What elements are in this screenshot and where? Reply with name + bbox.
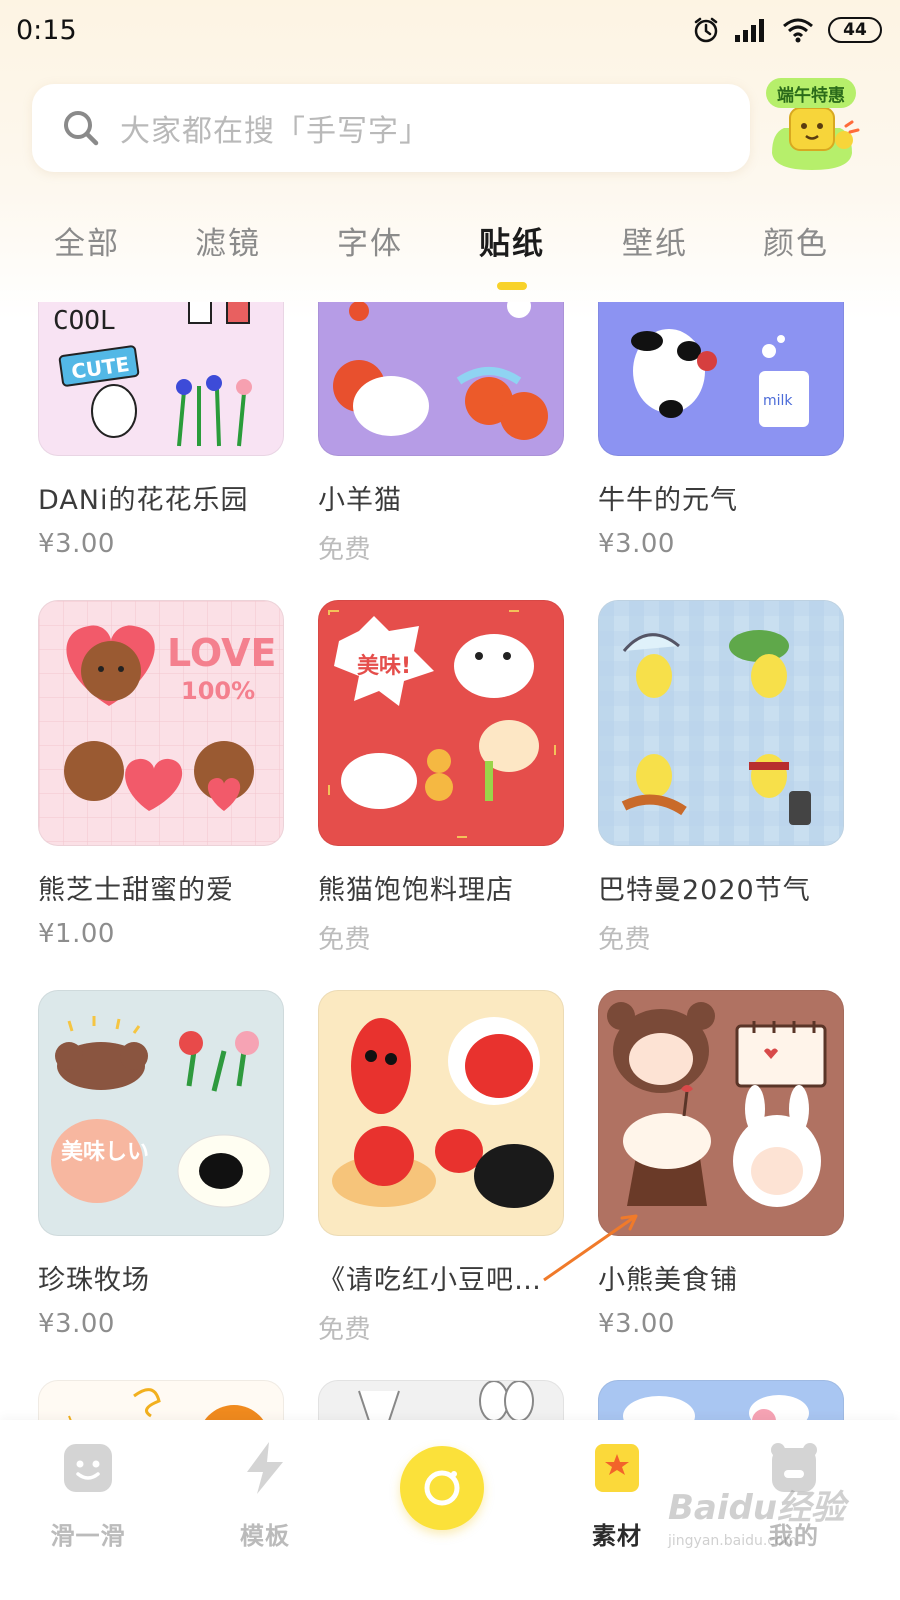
alarm-icon xyxy=(694,17,718,43)
nav-label: 模板 xyxy=(240,1522,290,1550)
thumb-text-love: LOVE xyxy=(167,631,277,675)
sticker-card[interactable]: 巴特曼2020节气 免费 xyxy=(598,600,844,956)
nav-swipe[interactable]: 滑一滑 xyxy=(28,1440,148,1551)
annotation-arrow xyxy=(543,1214,638,1282)
sticker-card[interactable]: milk 牛牛的元气 ¥3.00 xyxy=(598,302,844,559)
watermark-brand: Baidu经验 xyxy=(668,1488,846,1528)
thumb-text-milk: milk xyxy=(763,393,793,409)
camera-icon xyxy=(424,1470,460,1506)
sticker-thumbnail xyxy=(598,600,844,846)
sticker-card[interactable] xyxy=(318,1380,564,1420)
star-bookmark-icon xyxy=(595,1444,639,1492)
sticker-card[interactable]: LOVE 100% 熊芝士甜蜜的爱 ¥1.00 xyxy=(38,600,284,949)
sticker-thumbnail xyxy=(318,302,564,456)
watermark-url: jingyan.baidu.com xyxy=(668,1533,798,1549)
tab-all[interactable]: 全部 xyxy=(27,218,147,263)
sticker-title: 熊芝士甜蜜的爱 xyxy=(38,875,234,906)
sticker-title: 巴特曼2020节气 xyxy=(598,875,811,906)
tab-filters[interactable]: 滤镜 xyxy=(168,218,288,263)
nav-materials[interactable]: 素材 xyxy=(557,1440,677,1551)
promo-tag: 端午特惠 xyxy=(766,78,856,108)
sticker-thumbnail: milk xyxy=(598,302,844,456)
sticker-price: ¥1.00 xyxy=(38,919,115,949)
tab-wallpapers[interactable]: 壁纸 xyxy=(595,218,715,263)
sticker-title: 小羊猫 xyxy=(318,485,402,516)
thumb-text-cool: COOL xyxy=(53,306,116,336)
sticker-card[interactable]: 美味しい 珍珠牧场 ¥3.00 xyxy=(38,990,284,1339)
active-tab-indicator xyxy=(497,282,527,290)
nav-label: 滑一滑 xyxy=(50,1522,126,1550)
sticker-card[interactable] xyxy=(598,1380,844,1420)
tab-stickers[interactable]: 贴纸 xyxy=(452,218,572,263)
sticker-price: ¥3.00 xyxy=(38,1309,115,1339)
status-time: 0:15 xyxy=(16,14,77,46)
tab-colors[interactable]: 颜色 xyxy=(736,218,856,263)
sticker-card[interactable]: 《请吃红小豆吧！》 免费 xyxy=(318,990,564,1346)
watermark: Baidu经验 jingyan.baidu.com xyxy=(668,1480,848,1560)
sticker-grid: COOL CUTE DANi的花花乐园 ¥3.00 小羊猫 免费 milk 牛牛… xyxy=(0,302,900,1420)
sticker-price: ¥3.00 xyxy=(38,529,115,559)
promo-badge[interactable]: 端午特惠 xyxy=(762,78,862,178)
sticker-price: 免费 xyxy=(318,1315,372,1345)
sticker-thumbnail xyxy=(318,1380,564,1420)
search-placeholder: 大家都在搜「手写字」 xyxy=(120,114,430,149)
thumb-text-100: 100% xyxy=(181,677,255,705)
status-icons: 44 xyxy=(692,16,882,44)
sticker-thumbnail xyxy=(38,1380,284,1420)
search-icon xyxy=(64,111,99,146)
signal-icon xyxy=(735,19,764,42)
sticker-thumbnail xyxy=(598,1380,844,1420)
sticker-price: 免费 xyxy=(318,535,372,565)
sticker-thumbnail xyxy=(318,990,564,1236)
sticker-card[interactable]: COOL CUTE DANi的花花乐园 ¥3.00 xyxy=(38,302,284,559)
status-bar: 0:15 44 xyxy=(0,0,900,60)
sticker-title: 《请吃红小豆吧！》 xyxy=(318,1265,564,1296)
camera-button[interactable] xyxy=(400,1446,484,1530)
sticker-card[interactable] xyxy=(38,1380,284,1420)
tab-fonts[interactable]: 字体 xyxy=(310,218,430,263)
thumb-text-oishii: 美味しい xyxy=(61,1139,149,1165)
nav-templates[interactable]: 模板 xyxy=(205,1440,325,1551)
sticker-price: ¥3.00 xyxy=(598,529,675,559)
sticker-title: DANi的花花乐园 xyxy=(38,485,249,516)
sticker-thumbnail: COOL CUTE xyxy=(38,302,284,456)
sticker-card[interactable]: 小羊猫 免费 xyxy=(318,302,564,566)
thumb-text-delicious: 美味! xyxy=(357,653,411,679)
sticker-thumbnail: 美味! xyxy=(318,600,564,846)
lightning-icon xyxy=(247,1442,283,1494)
sticker-thumbnail xyxy=(598,990,844,1236)
sticker-thumbnail: LOVE 100% xyxy=(38,600,284,846)
sticker-thumbnail: 美味しい xyxy=(38,990,284,1236)
sticker-title: 珍珠牧场 xyxy=(38,1265,150,1296)
sticker-title: 牛牛的元气 xyxy=(598,485,738,516)
sticker-price: ¥3.00 xyxy=(598,1309,675,1339)
wifi-icon xyxy=(783,18,813,43)
sticker-price: 免费 xyxy=(598,925,652,955)
category-tabs: 全部 滤镜 字体 贴纸 壁纸 颜色 xyxy=(0,210,900,290)
sticker-card[interactable]: 美味! 熊猫饱饱料理店 免费 xyxy=(318,600,564,956)
smiley-icon xyxy=(64,1444,112,1492)
sticker-price: 免费 xyxy=(318,925,372,955)
nav-label: 素材 xyxy=(592,1522,642,1550)
sticker-title: 熊猫饱饱料理店 xyxy=(318,875,514,906)
battery-indicator: 44 xyxy=(828,17,882,43)
search-input[interactable]: 大家都在搜「手写字」 xyxy=(32,84,750,172)
